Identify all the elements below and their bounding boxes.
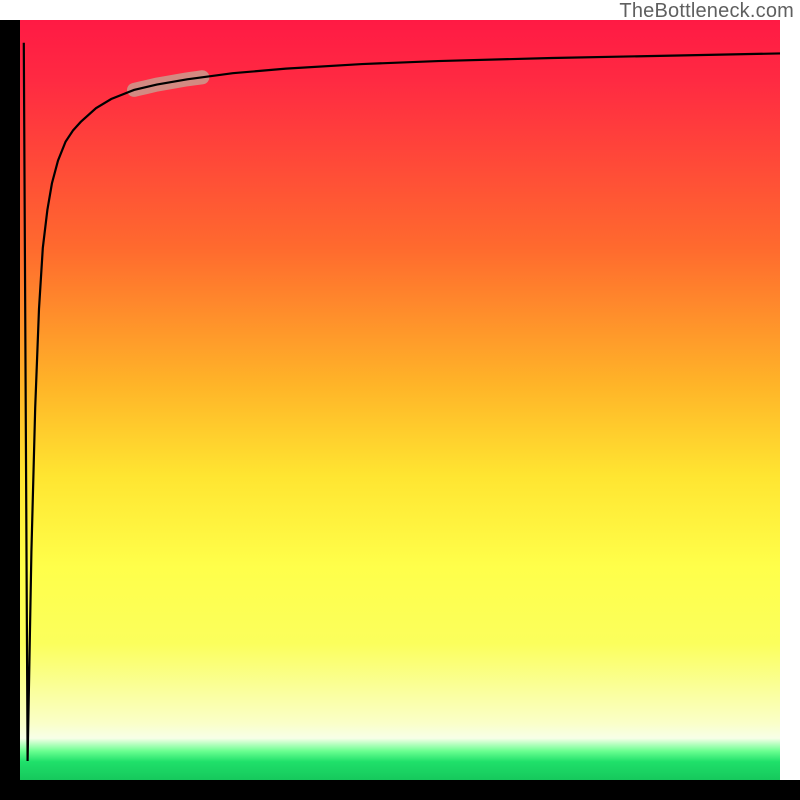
attribution-label: TheBottleneck.com bbox=[619, 0, 794, 23]
chart-frame: TheBottleneck.com bbox=[0, 0, 800, 800]
y-axis bbox=[0, 20, 20, 780]
x-axis bbox=[0, 780, 800, 800]
plot-background-gradient bbox=[20, 20, 780, 780]
